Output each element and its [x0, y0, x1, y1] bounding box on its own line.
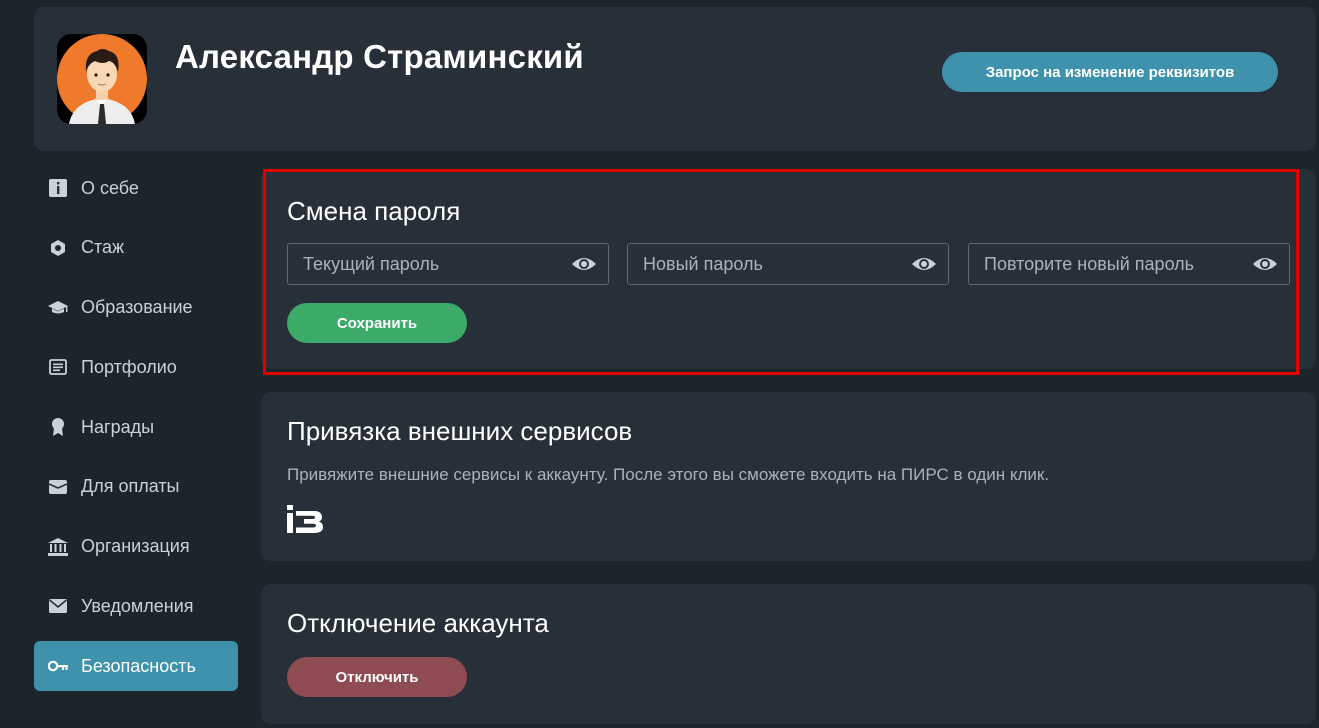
- envelope-icon: [48, 596, 68, 616]
- repeat-password-field: [968, 243, 1290, 285]
- ib-service-logo-icon[interactable]: [286, 505, 324, 533]
- password-section-title: Смена пароля: [287, 196, 461, 226]
- repeat-password-input[interactable]: [969, 244, 1289, 284]
- document-list-icon: [48, 357, 68, 377]
- services-section-title: Привязка внешних сервисов: [287, 416, 633, 446]
- sidebar-item-portfolio[interactable]: Портфолио: [34, 342, 238, 392]
- graduation-cap-icon: [48, 298, 68, 318]
- user-name: Александр Страминский: [175, 38, 584, 75]
- current-password-field: [287, 243, 609, 285]
- disable-account-button[interactable]: Отключить: [287, 657, 467, 697]
- sidebar-item-label: Портфолио: [81, 356, 177, 377]
- sidebar-item-label: О себе: [81, 177, 139, 198]
- sidebar-item-label: Уведомления: [81, 595, 194, 616]
- profile-header: Александр Страминский Запрос на изменени…: [34, 7, 1316, 151]
- sidebar-item-experience[interactable]: Стаж: [34, 223, 238, 273]
- sidebar-item-notifications[interactable]: Уведомления: [34, 581, 238, 631]
- eye-icon[interactable]: [1252, 254, 1278, 274]
- current-password-input[interactable]: [288, 244, 608, 284]
- password-change-section: Смена пароля Сохранить: [261, 169, 1316, 369]
- wallet-icon: [48, 477, 68, 497]
- sidebar-item-label: Организация: [81, 536, 190, 556]
- eye-icon[interactable]: [911, 254, 937, 274]
- sidebar-item-label: Для оплаты: [81, 476, 180, 497]
- new-password-input[interactable]: [628, 244, 948, 284]
- sidebar-item-payment[interactable]: Для оплаты: [34, 462, 238, 512]
- sidebar-item-about[interactable]: О себе: [34, 163, 238, 213]
- external-services-section: Привязка внешних сервисов Привяжите внеш…: [261, 392, 1316, 561]
- bank-icon: [48, 537, 68, 557]
- sidebar: О себе Стаж Образование Портфолио Наград…: [34, 163, 238, 701]
- eye-icon[interactable]: [571, 254, 597, 274]
- sidebar-item-label: Стаж: [81, 237, 125, 258]
- disable-section-title: Отключение аккаунта: [287, 608, 549, 638]
- disable-account-section: Отключение аккаунта Отключить: [261, 584, 1316, 724]
- sidebar-item-awards[interactable]: Награды: [34, 402, 238, 452]
- info-icon: [48, 178, 68, 198]
- new-password-field: [627, 243, 949, 285]
- avatar: [57, 34, 147, 124]
- sidebar-item-security[interactable]: Безопасность: [34, 641, 238, 691]
- save-password-button[interactable]: Сохранить: [287, 303, 467, 343]
- sidebar-item-label: Награды: [81, 416, 155, 437]
- key-icon: [48, 656, 68, 676]
- sidebar-item-education[interactable]: Образование: [34, 283, 238, 333]
- award-icon: [48, 417, 68, 437]
- sidebar-item-label: Образование: [81, 297, 193, 317]
- services-description: Привяжите внешние сервисы к аккаунту. По…: [287, 465, 1050, 484]
- sidebar-item-label: Безопасность: [81, 655, 196, 676]
- sidebar-item-organization[interactable]: Организация: [34, 522, 238, 572]
- hexagon-icon: [48, 238, 68, 258]
- request-requisites-change-button[interactable]: Запрос на изменение реквизитов: [942, 52, 1278, 92]
